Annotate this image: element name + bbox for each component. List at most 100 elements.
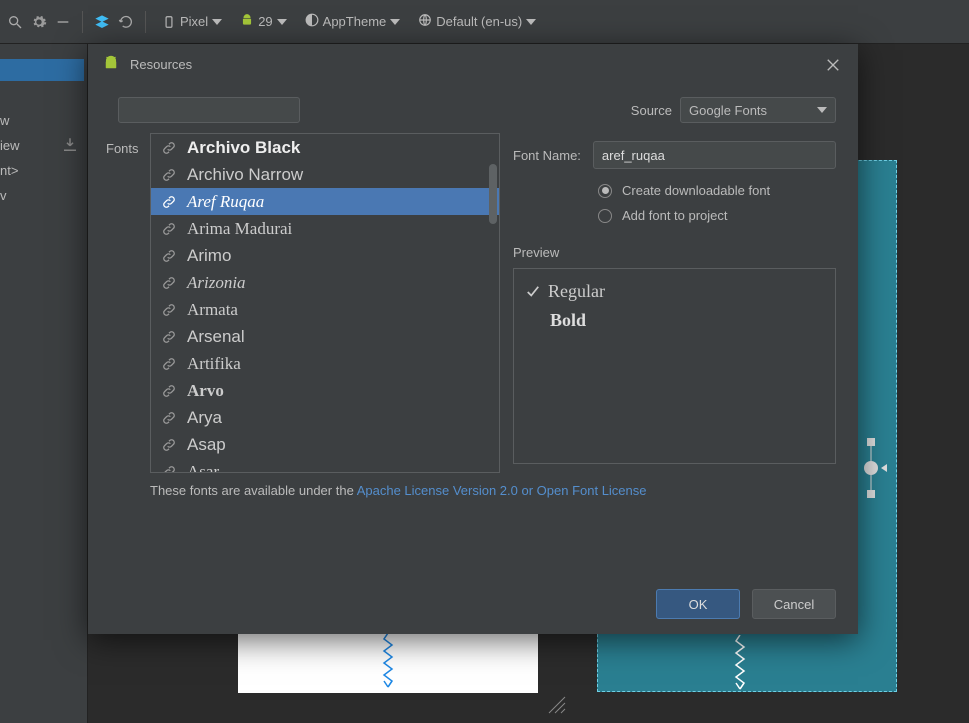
ok-label: OK <box>689 597 708 612</box>
license-link[interactable]: Apache License Version 2.0 or Open Font … <box>357 483 647 498</box>
api-label: 29 <box>258 14 272 29</box>
link-icon <box>161 437 177 453</box>
link-icon <box>161 194 177 210</box>
search-icon[interactable] <box>6 13 24 31</box>
source-row: Source Google Fonts <box>631 97 836 123</box>
link-icon <box>161 464 177 474</box>
font-item[interactable]: Arima Madurai <box>151 215 499 242</box>
left-panel-items: w iew nt> v <box>0 108 20 208</box>
radio-add-row[interactable]: Add font to project <box>513 208 836 223</box>
font-name: Archivo Black <box>187 138 300 158</box>
link-icon <box>161 329 177 345</box>
device-dropdown[interactable]: Pixel <box>156 9 228 35</box>
cancel-label: Cancel <box>774 597 814 612</box>
left-item[interactable]: iew <box>0 133 20 158</box>
font-name: Arizonia <box>187 273 246 293</box>
device-label: Pixel <box>180 14 208 29</box>
font-item[interactable]: Aref Ruqaa <box>151 188 499 215</box>
font-item[interactable]: Arimo <box>151 242 499 269</box>
search-input-container[interactable] <box>118 97 300 123</box>
link-icon <box>161 248 177 264</box>
preview-bold-label: Bold <box>550 310 586 330</box>
left-panel-highlight <box>0 59 84 81</box>
theme-label: AppTheme <box>323 14 387 29</box>
scrollbar-thumb[interactable] <box>489 164 497 224</box>
preview-bold[interactable]: Bold <box>526 310 823 331</box>
link-icon <box>161 167 177 183</box>
left-item[interactable]: w <box>0 108 20 133</box>
search-input[interactable] <box>131 103 307 118</box>
chevron-down-icon <box>817 107 827 113</box>
font-name-input[interactable] <box>593 141 836 169</box>
rotate-icon[interactable] <box>117 13 135 31</box>
locale-label: Default (en-us) <box>436 14 522 29</box>
locale-dropdown[interactable]: Default (en-us) <box>412 9 542 35</box>
android-icon <box>102 54 120 75</box>
close-button[interactable] <box>822 54 844 76</box>
preview-regular[interactable]: Regular <box>526 281 823 302</box>
font-name-label: Font Name: <box>513 148 581 163</box>
font-item[interactable]: Armata <box>151 296 499 323</box>
font-name: Archivo Narrow <box>187 165 303 185</box>
dialog-title: Resources <box>130 57 192 72</box>
cancel-button[interactable]: Cancel <box>752 589 836 619</box>
font-name-row: Font Name: <box>513 141 836 169</box>
layout-view-design[interactable] <box>238 633 538 693</box>
font-item[interactable]: Artifika <box>151 350 499 377</box>
preview-box: Regular Bold <box>513 268 836 464</box>
font-item[interactable]: Archivo Black <box>151 134 499 161</box>
font-item[interactable]: Arizonia <box>151 269 499 296</box>
minimize-icon[interactable] <box>54 13 72 31</box>
font-list[interactable]: Archivo Black Archivo Narrow Aref Ruqaa Ari… <box>150 133 500 473</box>
dialog-title-bar: Resources <box>88 44 858 85</box>
font-name: Aref Ruqaa <box>187 192 264 212</box>
left-item[interactable]: v <box>0 183 20 208</box>
globe-icon <box>418 13 432 30</box>
font-name: Arya <box>187 408 222 428</box>
font-item[interactable]: Asar <box>151 458 499 473</box>
font-item[interactable]: Archivo Narrow <box>151 161 499 188</box>
font-name: Arimo <box>187 246 231 266</box>
link-icon <box>161 221 177 237</box>
layers-icon[interactable] <box>93 13 111 31</box>
constraint-spring-icon <box>733 635 747 695</box>
font-details-column: Font Name: Create downloadable font Add … <box>513 141 836 464</box>
license-line: These fonts are available under the Apac… <box>150 483 647 498</box>
download-icon[interactable] <box>61 136 79 154</box>
link-icon <box>161 275 177 291</box>
fonts-label: Fonts <box>106 141 139 156</box>
font-item[interactable]: Arya <box>151 404 499 431</box>
link-icon <box>161 140 177 156</box>
source-dropdown[interactable]: Google Fonts <box>680 97 836 123</box>
editor-top-toolbar: Pixel 29 AppTheme Default (en-us) <box>0 0 969 44</box>
font-name: Arsenal <box>187 327 245 347</box>
api-dropdown[interactable]: 29 <box>234 9 292 35</box>
font-item[interactable]: Arvo <box>151 377 499 404</box>
resize-handle-icon[interactable] <box>545 693 569 717</box>
toolbar-separator <box>145 11 146 33</box>
ok-button[interactable]: OK <box>656 589 740 619</box>
settings-gear-icon[interactable] <box>30 13 48 31</box>
font-name: Arvo <box>187 381 224 401</box>
radio-add[interactable] <box>598 209 612 223</box>
source-label: Source <box>631 103 672 118</box>
left-panel: w iew nt> v <box>0 44 88 723</box>
check-icon <box>526 285 540 299</box>
font-name: Asar <box>187 462 219 474</box>
font-item[interactable]: Arsenal <box>151 323 499 350</box>
link-icon <box>161 383 177 399</box>
theme-dropdown[interactable]: AppTheme <box>299 9 407 35</box>
left-item[interactable]: nt> <box>0 158 20 183</box>
font-name: Artifika <box>187 354 241 374</box>
radio-downloadable[interactable] <box>598 184 612 198</box>
dialog-body: Source Google Fonts Fonts Archivo BlackA… <box>88 85 858 573</box>
radio-downloadable-row[interactable]: Create downloadable font <box>513 183 836 198</box>
font-name: Arima Madurai <box>187 219 292 239</box>
android-icon <box>240 13 254 30</box>
source-value: Google Fonts <box>689 103 767 118</box>
constraint-spring-icon <box>381 633 395 693</box>
font-name: Asap <box>187 435 226 455</box>
radio-downloadable-label: Create downloadable font <box>622 183 770 198</box>
license-pretext: These fonts are available under the <box>150 483 357 498</box>
font-item[interactable]: Asap <box>151 431 499 458</box>
